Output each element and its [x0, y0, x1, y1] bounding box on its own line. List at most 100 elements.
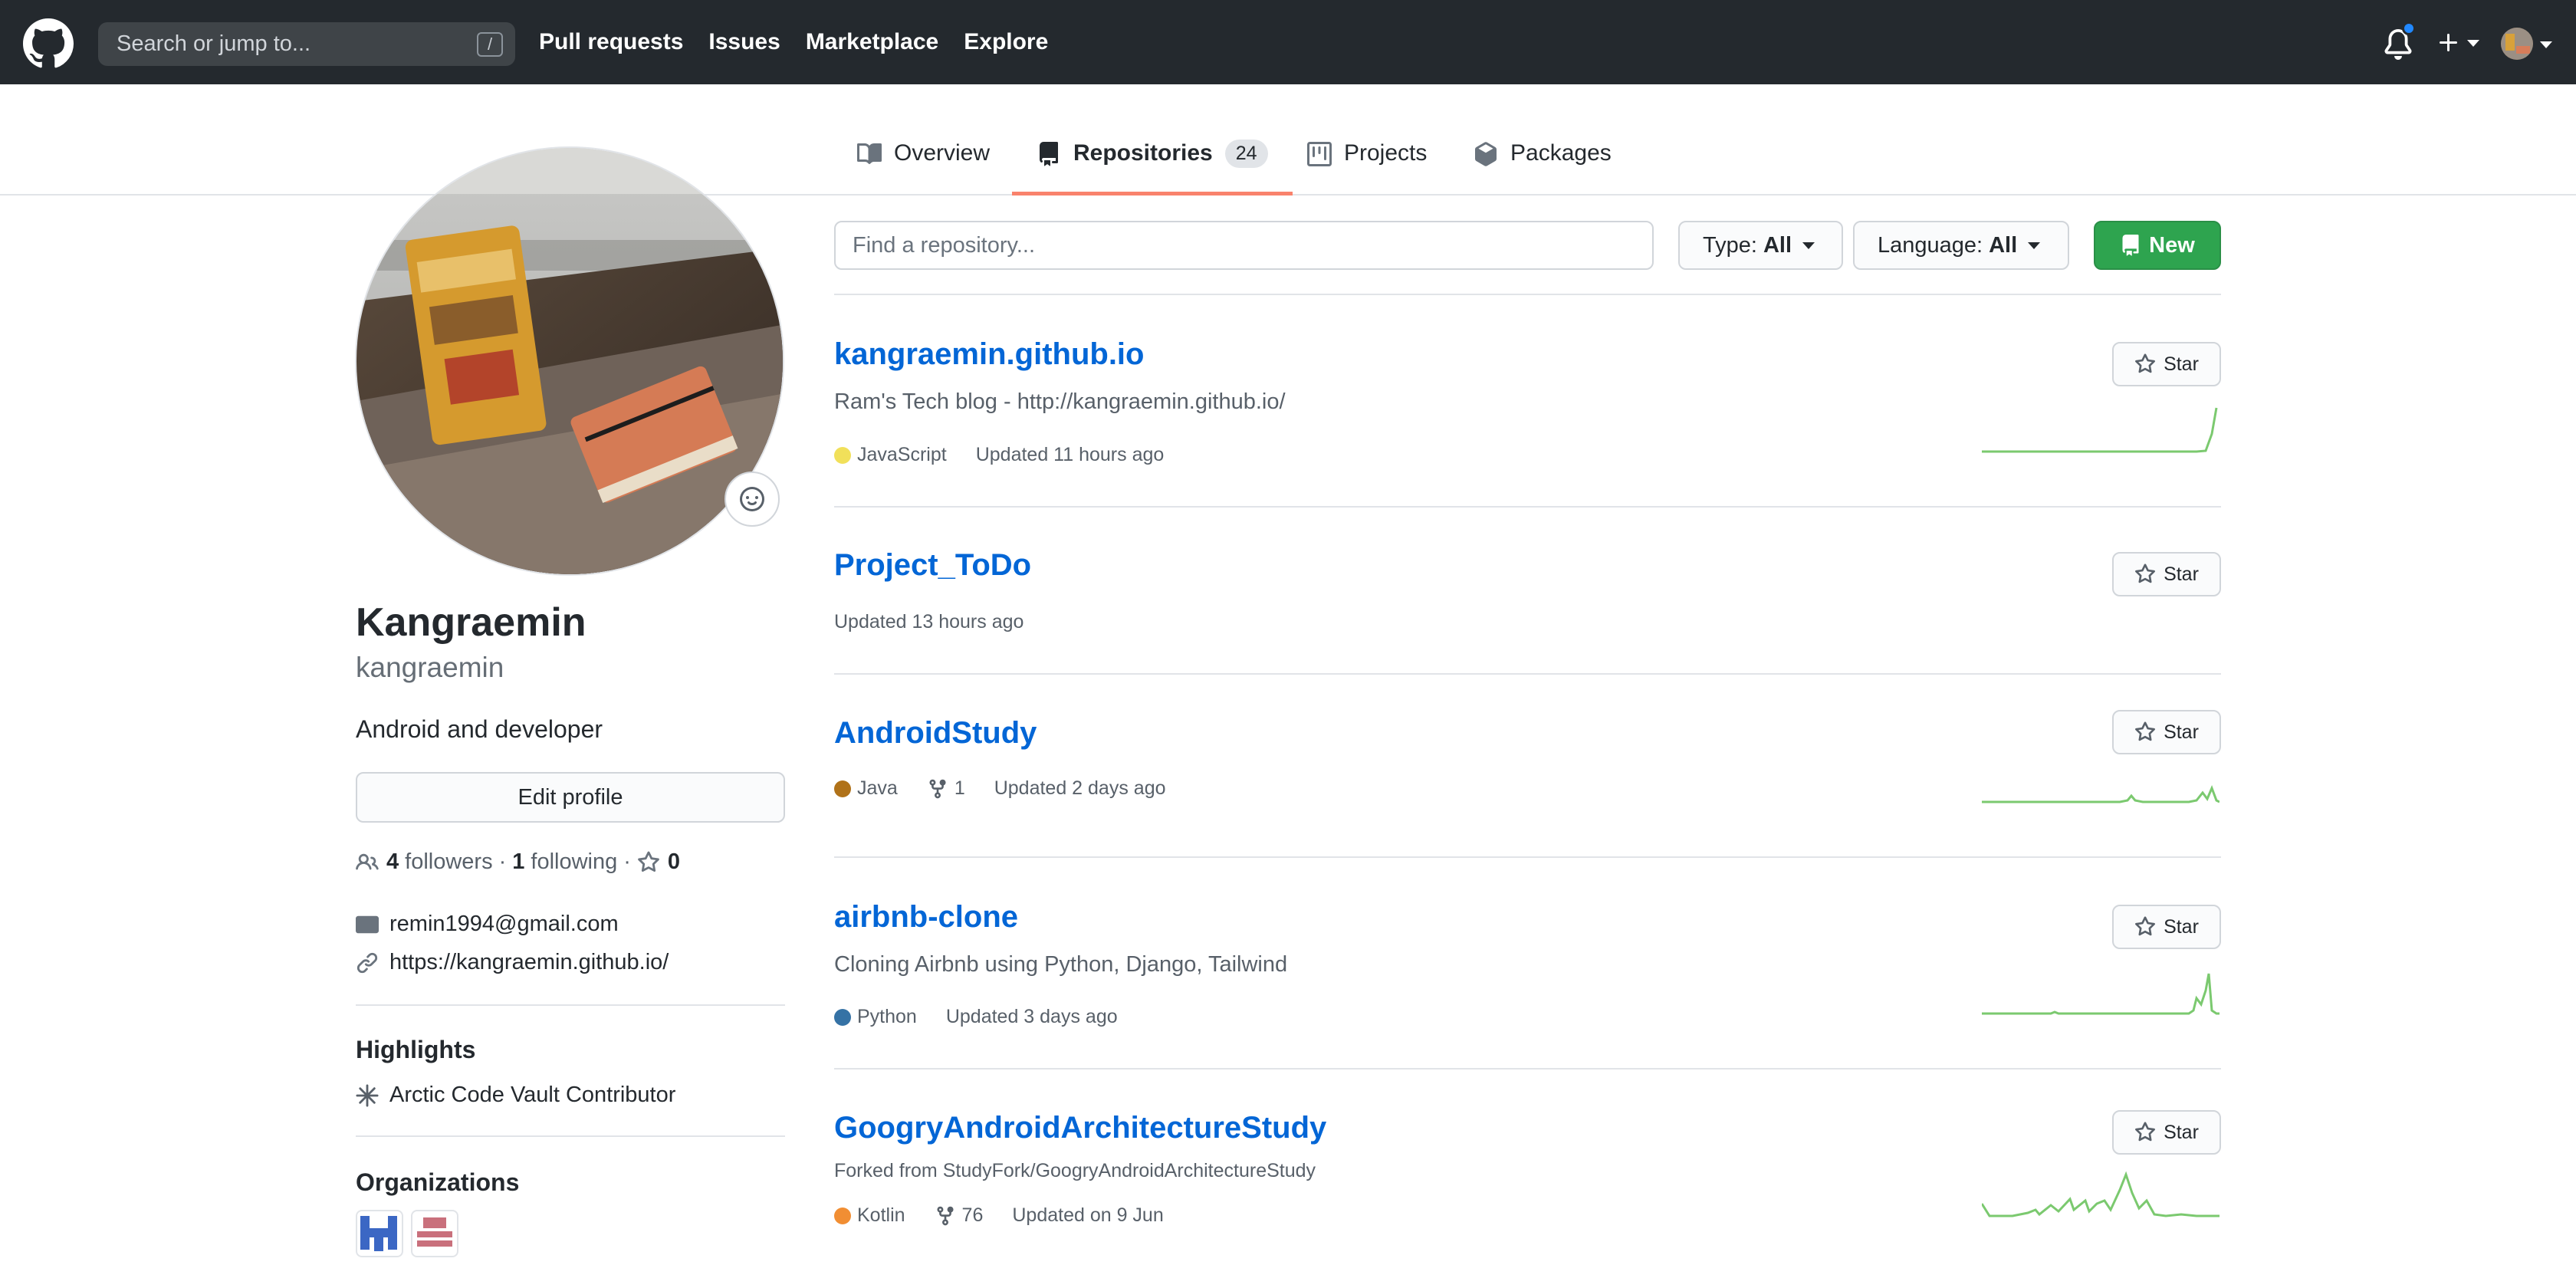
repo-forked-from: Forked from StudyFork/GoogryAndroidArchi… — [834, 1160, 1316, 1181]
repo-description: Ram's Tech blog - http://kangraemin.gith… — [834, 389, 1286, 414]
repo-meta: Python Updated 3 days ago — [834, 1006, 1118, 1028]
stars-separator: · — [623, 849, 631, 874]
following-count: 1 — [512, 849, 525, 874]
global-search[interactable]: / — [98, 22, 515, 66]
search-shortcut-key: / — [477, 32, 503, 57]
repo-updated: Updated 2 days ago — [994, 777, 1166, 799]
repo-forks[interactable]: 1 — [927, 777, 965, 800]
type-filter-label: Type: — [1703, 232, 1757, 258]
new-button-label: New — [2149, 232, 2195, 258]
nav-explore[interactable]: Explore — [964, 29, 1048, 55]
tab-packages[interactable]: Packages — [1474, 140, 1612, 196]
org-logo-blue — [360, 1216, 397, 1251]
new-repository-button[interactable]: New — [2094, 221, 2221, 270]
top-header: / Pull requests Issues Marketplace Explo… — [0, 0, 2576, 84]
repo-name-link[interactable]: Project_ToDo — [834, 548, 1031, 583]
repo-language: Python — [857, 1006, 917, 1027]
nav-issues[interactable]: Issues — [708, 29, 780, 55]
highlights-heading: Highlights — [356, 1036, 476, 1063]
nav-marketplace[interactable]: Marketplace — [806, 29, 938, 55]
smiley-icon — [740, 487, 764, 511]
book-icon — [857, 143, 882, 164]
org-logo-red — [417, 1217, 452, 1247]
profile-full-name: Kangraemin — [356, 600, 586, 645]
set-status-button[interactable] — [724, 472, 780, 527]
snowflake-icon — [356, 1083, 379, 1107]
tab-projects-label: Projects — [1344, 140, 1428, 166]
profile-website[interactable]: https://kangraemin.github.io/ — [356, 950, 669, 975]
repo-language: JavaScript — [857, 444, 947, 465]
people-icon — [356, 853, 379, 869]
tab-repositories[interactable]: Repositories 24 — [1012, 140, 1293, 196]
highlight-item[interactable]: Arctic Code Vault Contributor — [356, 1083, 675, 1108]
repo-meta: Kotlin 76 Updated on 9 Jun — [834, 1204, 1164, 1227]
star-button[interactable]: Star — [2112, 1110, 2221, 1155]
star-button[interactable]: Star — [2112, 552, 2221, 596]
highlight-text: Arctic Code Vault Contributor — [389, 1083, 676, 1107]
star-button[interactable]: Star — [2112, 342, 2221, 386]
star-icon — [2135, 564, 2156, 583]
following-label: following — [531, 849, 618, 874]
global-search-input[interactable] — [117, 31, 454, 57]
star-icon — [2135, 916, 2156, 936]
star-button[interactable]: Star — [2112, 905, 2221, 949]
star-button[interactable]: Star — [2112, 710, 2221, 754]
language-filter-value: All — [1989, 232, 2018, 258]
stars-count: 0 — [667, 849, 681, 874]
activity-sparkline — [1982, 973, 2220, 1015]
star-button-label: Star — [2164, 563, 2199, 585]
activity-sparkline — [1982, 407, 2218, 453]
repo-name-link[interactable]: kangraemin.github.io — [834, 337, 1144, 372]
type-filter-value: All — [1763, 232, 1792, 258]
star-button-label: Star — [2164, 353, 2199, 375]
find-repository-input[interactable] — [834, 221, 1654, 270]
profile-email[interactable]: remin1994@gmail.com — [356, 912, 619, 937]
github-logo-icon[interactable] — [23, 18, 74, 69]
mail-icon — [356, 915, 379, 933]
repo-fork-count: 1 — [954, 777, 965, 799]
activity-sparkline — [1982, 784, 2220, 803]
repo-list-divider — [834, 506, 2221, 508]
star-button-label: Star — [2164, 1121, 2199, 1143]
language-filter-label: Language: — [1878, 232, 1983, 258]
repo-updated: Updated 3 days ago — [945, 1006, 1118, 1027]
followers-count: 4 — [386, 849, 399, 874]
avatar-menu-chevron-icon[interactable] — [2540, 41, 2552, 48]
repo-name-link[interactable]: GoogryAndroidArchitectureStudy — [834, 1111, 1326, 1145]
repo-name-link[interactable]: AndroidStudy — [834, 716, 1037, 751]
profile-avatar[interactable] — [355, 146, 784, 576]
repo-language: Kotlin — [857, 1204, 905, 1226]
language-color-dot — [834, 1207, 851, 1224]
create-new-menu[interactable] — [2436, 26, 2487, 60]
organization-avatar[interactable] — [356, 1210, 403, 1257]
chevron-down-icon — [2467, 39, 2479, 47]
user-avatar[interactable] — [2501, 28, 2533, 60]
star-icon — [2135, 721, 2156, 741]
tab-overview[interactable]: Overview — [857, 140, 990, 196]
edit-profile-button[interactable]: Edit profile — [356, 772, 785, 823]
repo-updated: Updated on 9 Jun — [1012, 1204, 1164, 1226]
nav-pull-requests[interactable]: Pull requests — [539, 29, 683, 55]
package-icon — [1475, 142, 1497, 166]
tab-repositories-label: Repositories — [1073, 140, 1213, 166]
chevron-down-icon — [2028, 242, 2041, 249]
language-color-dot — [834, 446, 851, 464]
language-color-dot — [834, 1008, 851, 1026]
language-filter-dropdown[interactable]: Language: All — [1853, 221, 2069, 270]
tab-projects[interactable]: Projects — [1307, 140, 1427, 196]
stars-link[interactable]: 0 — [637, 849, 686, 875]
followers-link[interactable]: 4 followers — [386, 849, 493, 875]
star-icon — [2135, 1122, 2156, 1142]
sidebar-divider — [356, 1135, 785, 1137]
profile-avatar-photo — [356, 148, 783, 574]
repo-meta: Updated 13 hours ago — [834, 611, 1024, 633]
following-link[interactable]: 1 following — [512, 849, 617, 875]
repo-name-link[interactable]: airbnb-clone — [834, 900, 1018, 935]
repo-description: Cloning Airbnb using Python, Django, Tai… — [834, 952, 1288, 977]
tab-overview-label: Overview — [894, 140, 991, 166]
repo-list-divider — [834, 1068, 2221, 1070]
organization-avatar[interactable] — [411, 1210, 458, 1257]
language-color-dot — [834, 780, 851, 797]
repo-forks[interactable]: 76 — [935, 1204, 983, 1227]
type-filter-dropdown[interactable]: Type: All — [1678, 221, 1843, 270]
